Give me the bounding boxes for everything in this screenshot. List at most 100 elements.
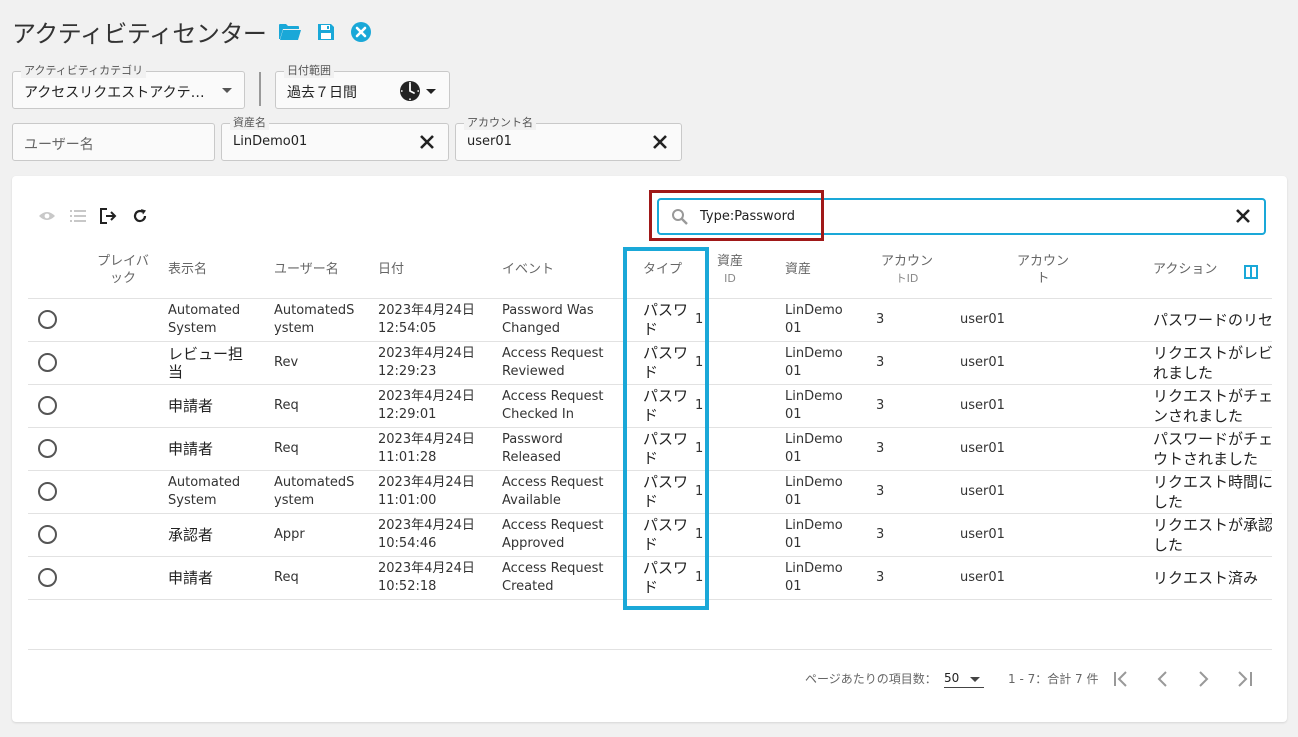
cell-value: 3 <box>876 483 885 499</box>
clear-asset-icon[interactable] <box>420 135 434 153</box>
first-page-icon[interactable] <box>1112 670 1134 692</box>
display-name-column-header[interactable]: 表示名 <box>168 242 274 299</box>
refresh-icon[interactable] <box>132 208 148 224</box>
cell-value: AutomatedSystem <box>274 474 355 508</box>
cell-value: 3 <box>876 311 885 327</box>
cell-value: LinDemo01 <box>785 474 843 508</box>
account-name-label: アカウント名 <box>464 116 536 130</box>
row-radio[interactable] <box>38 525 57 544</box>
cell-value: 3 <box>876 354 885 370</box>
cell-value: user01 <box>960 483 1005 499</box>
user-name-cell: Req <box>274 556 378 600</box>
action-cell: リクエストが承認されました <box>1136 513 1272 557</box>
row-radio[interactable] <box>38 310 57 329</box>
account-header-sub: ト <box>1036 270 1050 286</box>
cell-value: 11:01:28 <box>378 449 437 465</box>
row-select-cell[interactable] <box>28 341 78 385</box>
activity-category-select[interactable]: アクティビティカテゴリ アクセスリクエストアクテ… <box>12 64 245 109</box>
list-icon[interactable] <box>70 209 86 223</box>
row-select-cell[interactable] <box>28 384 78 428</box>
cell-value: Password Was Changed <box>502 302 594 336</box>
cell-value: Rev <box>274 354 299 370</box>
username-input[interactable]: ユーザー名 <box>12 123 215 161</box>
user-name-column-header[interactable]: ユーザー名 <box>274 242 378 299</box>
account-cell: user01 <box>950 298 1136 342</box>
row-radio[interactable] <box>38 482 57 501</box>
user-name-cell: Req <box>274 384 378 428</box>
cell-value: 2023年4月24日 <box>378 345 475 361</box>
cancel-circle-icon[interactable] <box>350 21 372 43</box>
date-cell: 2023年4月24日 12:29:01 <box>378 384 502 428</box>
cell-value: 申請者 <box>168 396 214 415</box>
cell-value: 3 <box>876 440 885 456</box>
playback-column-header[interactable]: プレイバック <box>78 242 168 299</box>
date-header-label: 日付 <box>378 262 405 278</box>
display-name-cell: 承認者 <box>168 513 274 557</box>
asset-cell: LinDemo01 <box>771 470 864 514</box>
type-column-annotation-box <box>623 247 709 610</box>
account-column-header[interactable]: アカウント <box>950 242 1136 299</box>
playback-cell <box>78 470 168 514</box>
clear-account-icon[interactable] <box>653 135 667 153</box>
last-page-icon[interactable] <box>1232 670 1254 692</box>
account-id-cell: 3 <box>864 427 950 471</box>
account-cell: user01 <box>950 470 1136 514</box>
account-id-cell: 3 <box>864 298 950 342</box>
save-icon[interactable] <box>316 22 336 42</box>
user-name-cell: Rev <box>274 341 378 385</box>
previous-page-icon[interactable] <box>1152 670 1174 692</box>
date-column-header[interactable]: 日付 <box>378 242 502 299</box>
asset-cell: LinDemo01 <box>771 513 864 557</box>
column-chooser-icon[interactable] <box>1244 265 1258 283</box>
user-name-header-label: ユーザー名 <box>274 262 339 278</box>
row-select-cell[interactable] <box>28 427 78 471</box>
event-header-label: イベント <box>502 262 555 278</box>
row-select-cell[interactable] <box>28 556 78 600</box>
cell-value: Automated System <box>168 474 241 508</box>
asset-name-input[interactable]: 資産名 LinDemo01 <box>221 116 449 161</box>
event-column-header[interactable]: イベント <box>502 242 635 299</box>
clear-search-icon[interactable] <box>1236 209 1250 227</box>
cell-value: パスワードがチェックアウトされました <box>1153 429 1272 468</box>
account-id-header-sub: トID <box>895 271 919 285</box>
account-name-value: user01 <box>467 134 512 149</box>
cell-value: 承認者 <box>168 525 214 544</box>
export-icon[interactable] <box>100 208 118 224</box>
account-id-header-label: アカウン <box>880 253 933 269</box>
cell-value: user01 <box>960 354 1005 370</box>
row-radio[interactable] <box>38 396 57 415</box>
cell-value: 2023年4月24日 <box>378 388 475 404</box>
display-name-cell: 申請者 <box>168 556 274 600</box>
cell-value: LinDemo01 <box>785 517 843 551</box>
folder-open-icon[interactable] <box>278 22 302 42</box>
cell-value: リクエストがチェックインされました <box>1153 386 1272 425</box>
row-select-cell[interactable] <box>28 513 78 557</box>
account-id-column-header[interactable]: アカウントID <box>864 242 950 299</box>
action-cell: リクエストがレビューされました <box>1136 341 1272 385</box>
asset-name-label: 資産名 <box>230 116 269 130</box>
date-range-select[interactable]: 日付範囲 過去７日間 <box>275 64 450 109</box>
cell-value: Req <box>274 397 299 413</box>
next-page-icon[interactable] <box>1192 670 1214 692</box>
playback-cell <box>78 384 168 428</box>
asset-column-header[interactable]: 資産 <box>771 242 864 299</box>
row-radio[interactable] <box>38 568 57 587</box>
cell-value: LinDemo01 <box>785 302 843 336</box>
account-cell: user01 <box>950 341 1136 385</box>
playback-cell <box>78 341 168 385</box>
account-cell: user01 <box>950 513 1136 557</box>
account-name-input[interactable]: アカウント名 user01 <box>455 116 682 161</box>
cell-value: レビュー担当 <box>168 344 244 381</box>
eye-icon[interactable] <box>38 209 56 223</box>
cell-value: 3 <box>876 397 885 413</box>
row-radio[interactable] <box>38 439 57 458</box>
event-cell: Password Released <box>502 427 635 471</box>
title-icons <box>278 21 372 43</box>
row-radio[interactable] <box>38 353 57 372</box>
select-column-header <box>28 242 78 299</box>
date-cell: 2023年4月24日 11:01:00 <box>378 470 502 514</box>
row-select-cell[interactable] <box>28 298 78 342</box>
row-select-cell[interactable] <box>28 470 78 514</box>
action-cell: パスワードがチェックアウトされました <box>1136 427 1272 471</box>
display-name-cell: 申請者 <box>168 427 274 471</box>
